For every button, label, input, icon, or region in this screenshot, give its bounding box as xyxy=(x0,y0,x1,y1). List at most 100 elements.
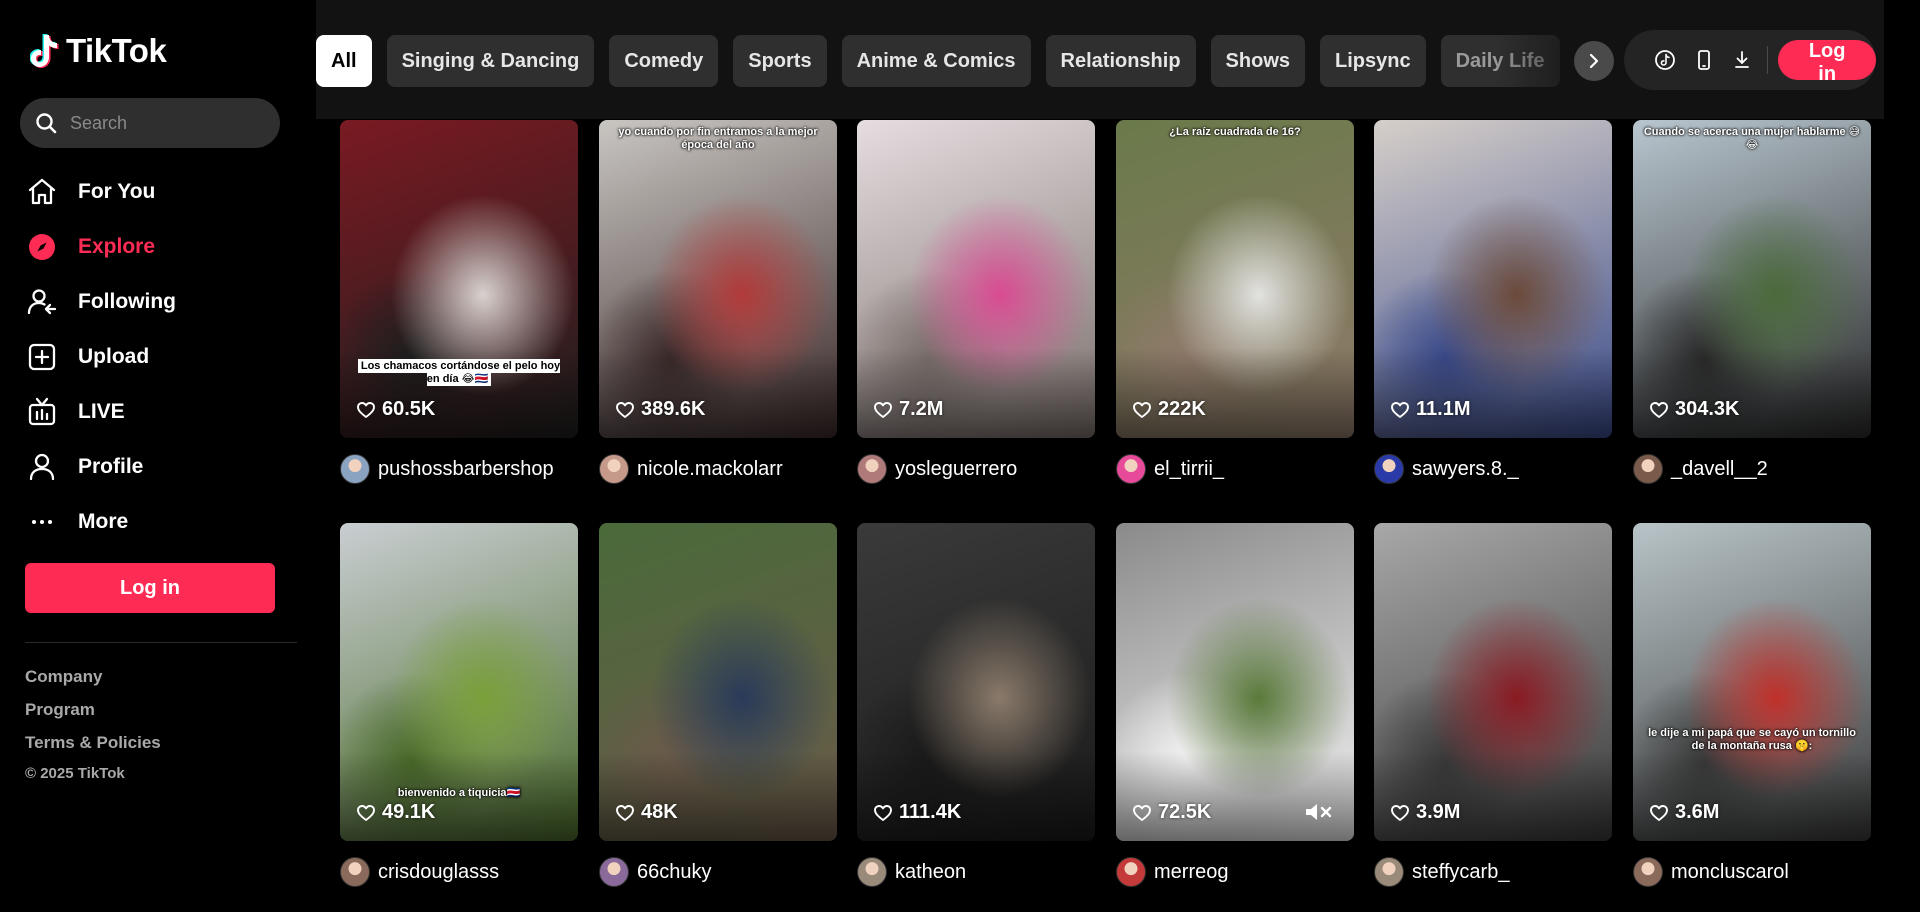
avatar xyxy=(340,454,370,484)
caption-text: yo cuando por fin entramos a la mejor ép… xyxy=(618,126,818,151)
nav-item-for-you[interactable]: For You xyxy=(26,164,286,219)
search-input[interactable] xyxy=(70,112,260,134)
video-author[interactable]: _davell__2 xyxy=(1633,454,1871,484)
video-author[interactable]: katheon xyxy=(857,857,1095,887)
tiktok-coin-button[interactable] xyxy=(1646,40,1684,80)
thumbnail-shade xyxy=(1116,751,1354,841)
search-icon xyxy=(36,113,57,134)
video-thumbnail[interactable]: bienvenido a tiquicia🇨🇷 49.1K xyxy=(340,523,578,841)
get-app-button[interactable] xyxy=(1684,40,1722,80)
like-count-value: 389.6K xyxy=(641,398,706,420)
category-chip-anime-comics[interactable]: Anime & Comics xyxy=(841,35,1031,87)
download-button[interactable] xyxy=(1723,40,1761,80)
category-chip-singing-dancing[interactable]: Singing & Dancing xyxy=(386,35,595,87)
category-chip-all[interactable]: All xyxy=(316,35,372,87)
video-thumbnail[interactable]: 3.9M xyxy=(1374,523,1612,841)
video-author[interactable]: pushossbarbershop xyxy=(340,454,578,484)
nav-item-explore[interactable]: Explore xyxy=(26,219,286,274)
heart-icon xyxy=(1133,804,1151,821)
video-author[interactable]: merreog xyxy=(1116,857,1354,887)
video-thumbnail[interactable]: 48K xyxy=(599,523,837,841)
like-count-value: 48K xyxy=(641,801,678,823)
tiktok-logo[interactable]: TikTok xyxy=(30,32,167,70)
video-thumbnail[interactable]: le dije a mi papá que se cayó un tornill… xyxy=(1633,523,1871,841)
nav-item-profile[interactable]: Profile xyxy=(26,439,286,494)
video-author[interactable]: yosleguerrero xyxy=(857,454,1095,484)
author-username: 66chuky xyxy=(637,860,712,883)
video-thumbnail[interactable]: 7.2M xyxy=(857,120,1095,438)
video-thumbnail[interactable]: 11.1M xyxy=(1374,120,1612,438)
heart-icon xyxy=(357,804,375,821)
more-dots-icon xyxy=(26,506,58,538)
video-thumbnail[interactable]: yo cuando por fin entramos a la mejor ép… xyxy=(599,120,837,438)
video-author[interactable]: sawyers.8._ xyxy=(1374,454,1612,484)
video-thumbnail[interactable]: 72.5K xyxy=(1116,523,1354,841)
scroll-categories-button[interactable] xyxy=(1574,41,1614,81)
nav-item-label: Explore xyxy=(78,234,156,258)
mobile-app-icon xyxy=(1697,50,1710,70)
sidebar: TikTok For You Explore Following Upload LIVE… xyxy=(0,0,300,912)
sidebar-login-button[interactable]: Log in xyxy=(25,563,275,613)
video-caption-overlay: le dije a mi papá que se cayó un tornill… xyxy=(1643,727,1861,753)
like-count: 7.2M xyxy=(873,398,943,421)
chevron-right-icon xyxy=(1589,53,1599,69)
category-chip-relationship[interactable]: Relationship xyxy=(1045,35,1196,87)
nav-item-following[interactable]: Following xyxy=(26,274,286,329)
like-count: 72.5K xyxy=(1132,801,1211,824)
nav-item-live[interactable]: LIVE xyxy=(26,384,286,439)
avatar xyxy=(1116,857,1146,887)
thumbnail-shade xyxy=(599,348,837,438)
like-count-value: 49.1K xyxy=(382,801,436,823)
nav-item-label: Upload xyxy=(78,344,150,368)
category-chip-shows[interactable]: Shows xyxy=(1210,35,1305,87)
nav-item-upload[interactable]: Upload xyxy=(26,329,286,384)
video-author[interactable]: moncluscarol xyxy=(1633,857,1871,887)
video-caption-overlay: yo cuando por fin entramos a la mejor ép… xyxy=(609,126,827,152)
thumbnail-shade xyxy=(1633,751,1871,841)
search-bar[interactable] xyxy=(20,98,280,148)
top-login-button[interactable]: Log in xyxy=(1778,40,1876,85)
like-count-value: 222K xyxy=(1158,398,1206,420)
author-username: pushossbarbershop xyxy=(378,457,554,480)
like-count: 11.1M xyxy=(1390,398,1470,421)
video-thumbnail[interactable]: 111.4K xyxy=(857,523,1095,841)
author-username: _davell__2 xyxy=(1671,457,1768,480)
category-chip-sports[interactable]: Sports xyxy=(733,35,827,87)
avatar xyxy=(1633,454,1663,484)
video-thumbnail[interactable]: Los chamacos cortándose el pelo hoy en d… xyxy=(340,120,578,438)
like-count: 304.3K xyxy=(1649,398,1740,421)
nav-item-label: LIVE xyxy=(78,399,125,423)
like-count: 389.6K xyxy=(615,398,706,421)
video-caption-overlay: Cuando se acerca una mujer hablarme 😅😂 xyxy=(1643,126,1861,152)
caption-text: Los chamacos cortándose el pelo hoy en d… xyxy=(357,359,561,386)
video-author[interactable]: nicole.mackolarr xyxy=(599,454,837,484)
heart-icon xyxy=(874,401,892,418)
like-count-value: 7.2M xyxy=(899,398,944,420)
footer-link-program[interactable]: Program xyxy=(25,697,161,730)
heart-icon xyxy=(1133,401,1151,418)
video-thumbnail[interactable]: Cuando se acerca una mujer hablarme 😅😂 30… xyxy=(1633,120,1871,438)
main-nav: For You Explore Following Upload LIVE Profile… xyxy=(26,164,286,549)
video-thumbnail[interactable]: ¿La raíz cuadrada de 16? 222K xyxy=(1116,120,1354,438)
video-card: bienvenido a tiquicia🇨🇷 49.1K crisdouglass… xyxy=(340,523,578,887)
like-count: 48K xyxy=(615,801,678,824)
category-chip-comedy[interactable]: Comedy xyxy=(609,35,719,87)
thumbnail-shade xyxy=(1374,751,1612,841)
caption-text: le dije a mi papá que se cayó un tornill… xyxy=(1648,727,1856,752)
footer-link-terms[interactable]: Terms & Policies xyxy=(25,730,161,763)
caption-text: Cuando se acerca una mujer hablarme 😅😂 xyxy=(1643,126,1861,151)
video-author[interactable]: 66chuky xyxy=(599,857,837,887)
nav-item-label: For You xyxy=(78,179,156,203)
video-card: Cuando se acerca una mujer hablarme 😅😂 30… xyxy=(1633,120,1871,484)
video-author[interactable]: steffycarb_ xyxy=(1374,857,1612,887)
mute-toggle[interactable] xyxy=(1304,801,1334,823)
video-author[interactable]: crisdouglasss xyxy=(340,857,578,887)
avatar xyxy=(1374,454,1404,484)
video-author[interactable]: el_tirrii_ xyxy=(1116,454,1354,484)
like-count-value: 11.1M xyxy=(1416,398,1471,420)
nav-item-more[interactable]: More xyxy=(26,494,286,549)
video-card: ¿La raíz cuadrada de 16? 222K el_tirrii_ xyxy=(1116,120,1354,484)
compass-icon xyxy=(26,231,58,263)
footer-link-company[interactable]: Company xyxy=(25,664,161,697)
category-chip-lipsync[interactable]: Lipsync xyxy=(1320,35,1426,87)
